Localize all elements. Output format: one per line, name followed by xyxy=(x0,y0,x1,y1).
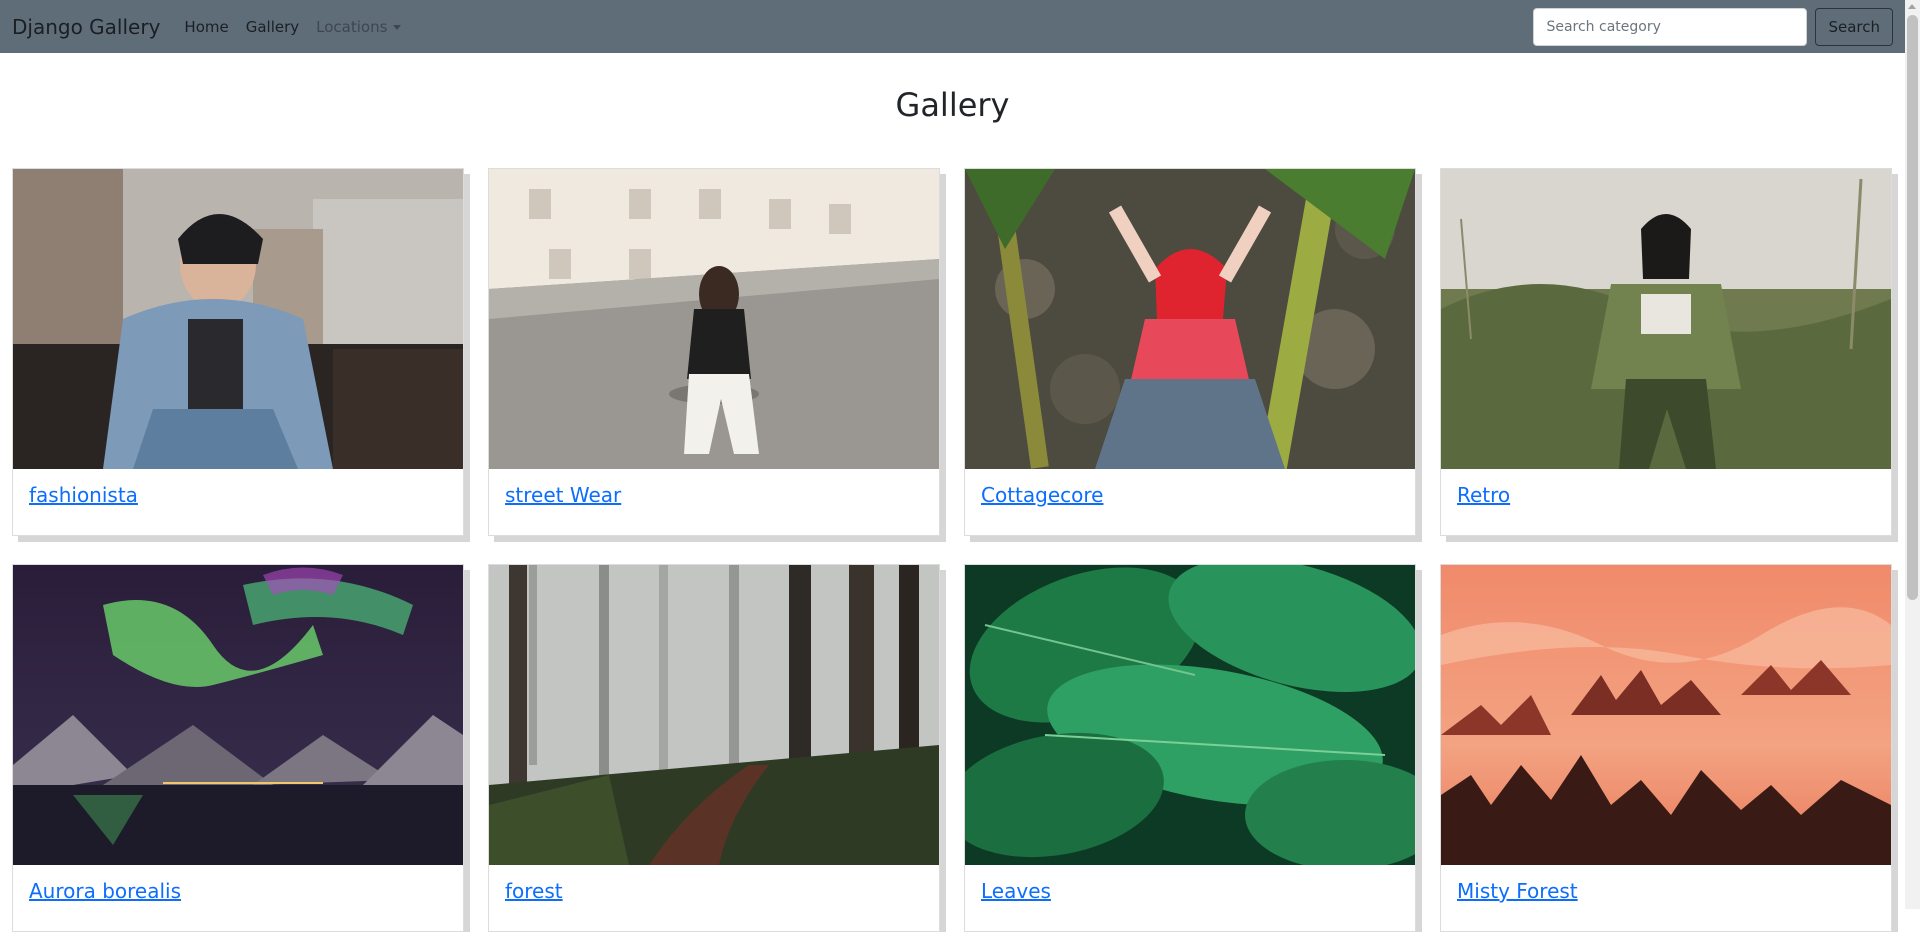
card-body: Leaves xyxy=(965,865,1415,917)
gallery-card: forest xyxy=(488,564,940,932)
card-image[interactable] xyxy=(489,565,939,865)
brand-link[interactable]: Django Gallery xyxy=(12,15,160,39)
card-link[interactable]: Retro xyxy=(1457,483,1510,507)
card-link[interactable]: street Wear xyxy=(505,483,621,507)
card-image[interactable] xyxy=(13,565,463,865)
card-body: Misty Forest xyxy=(1441,865,1891,917)
card-image[interactable] xyxy=(1441,169,1891,469)
scroll-up-arrow-icon[interactable] xyxy=(1908,4,1916,9)
search-form: Search xyxy=(1533,7,1893,46)
card-link[interactable]: Leaves xyxy=(981,879,1051,903)
card-body: forest xyxy=(489,865,939,917)
gallery-card: Cottagecore xyxy=(964,168,1416,536)
top-navbar: Django Gallery Home Gallery Locations Se… xyxy=(0,0,1905,53)
locations-dropdown[interactable]: Locations xyxy=(316,17,402,36)
card-body: fashionista xyxy=(13,469,463,521)
card-image[interactable] xyxy=(1441,565,1891,865)
nav-gallery-link[interactable]: Gallery xyxy=(246,18,299,36)
gallery-card: fashionista xyxy=(12,168,464,536)
gallery-grid: fashionista street Wear Cottagecore Retr… xyxy=(12,168,1894,932)
nav-home-link[interactable]: Home xyxy=(184,18,228,36)
card-link[interactable]: forest xyxy=(505,879,563,903)
card-image[interactable] xyxy=(13,169,463,469)
gallery-card: Aurora borealis xyxy=(12,564,464,932)
card-link[interactable]: fashionista xyxy=(29,483,138,507)
page-title: Gallery xyxy=(895,86,1010,124)
search-input[interactable] xyxy=(1533,7,1808,46)
card-image[interactable] xyxy=(965,565,1415,865)
card-link[interactable]: Cottagecore xyxy=(981,483,1103,507)
card-link[interactable]: Aurora borealis xyxy=(29,879,181,903)
card-body: Aurora borealis xyxy=(13,865,463,917)
card-image[interactable] xyxy=(489,169,939,469)
gallery-card: Misty Forest xyxy=(1440,564,1892,932)
caret-down-icon xyxy=(393,24,402,30)
search-button[interactable]: Search xyxy=(1815,7,1893,46)
locations-dropdown-label: Locations xyxy=(316,17,388,36)
card-body: street Wear xyxy=(489,469,939,521)
page-scrollbar[interactable] xyxy=(1905,0,1920,909)
scroll-thumb[interactable] xyxy=(1907,15,1918,600)
card-body: Retro xyxy=(1441,469,1891,521)
gallery-card: Retro xyxy=(1440,168,1892,536)
gallery-card: street Wear xyxy=(488,168,940,536)
card-image[interactable] xyxy=(965,169,1415,469)
gallery-card: Leaves xyxy=(964,564,1416,932)
card-link[interactable]: Misty Forest xyxy=(1457,879,1578,903)
card-body: Cottagecore xyxy=(965,469,1415,521)
